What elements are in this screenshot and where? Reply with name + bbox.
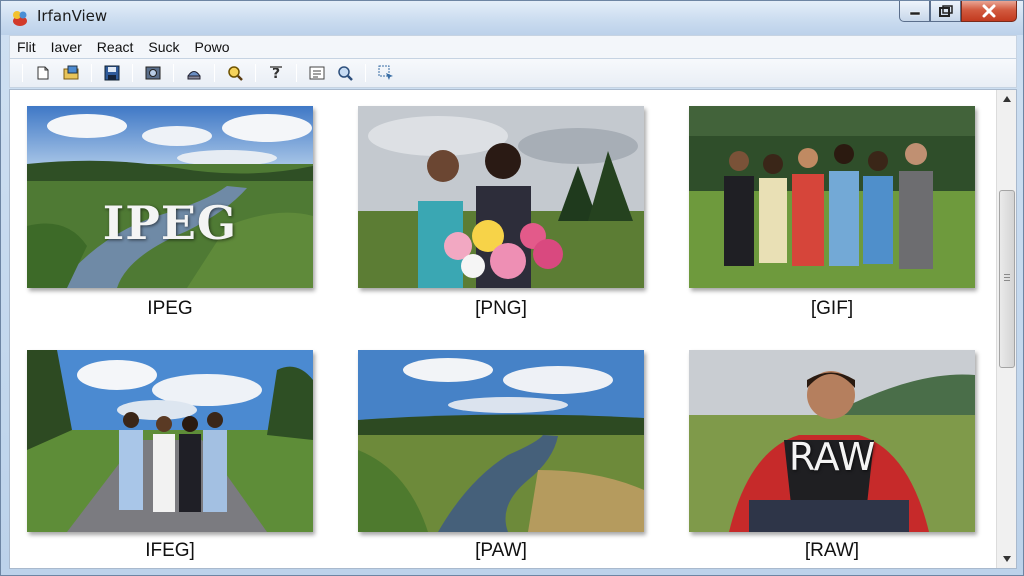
arrow-down-icon: [1003, 556, 1011, 562]
search-icon: [338, 66, 353, 81]
info-button[interactable]: [305, 61, 329, 85]
irfanview-window: IrfanView Flit Iaver React Suck Powo ? I…: [0, 0, 1024, 576]
restore-icon: [938, 5, 953, 17]
vertical-scrollbar[interactable]: [996, 90, 1016, 568]
minimize-button[interactable]: [899, 1, 930, 22]
search-button[interactable]: [333, 61, 357, 85]
folder-icon: [63, 65, 79, 80]
menu-bar: Flit Iaver React Suck Powo: [9, 35, 1017, 58]
thumbnail-view: IPEG IPEG [PNG] [GIF] IFEG] [PAW] RAW [R…: [9, 89, 1017, 569]
creek-landscape-image: [358, 350, 644, 532]
toolbar-separator: [173, 64, 174, 82]
toolbar-separator: [365, 64, 366, 82]
menu-item-1[interactable]: Flit: [16, 39, 37, 55]
toolbar-separator: [214, 64, 215, 82]
thumbnail-overlay-label: RAW: [788, 435, 876, 479]
grip-line: [1004, 280, 1010, 281]
open-icon: [37, 66, 49, 80]
scroll-down-button[interactable]: [997, 550, 1017, 568]
select-icon: [378, 65, 393, 80]
thumbnail-paw[interactable]: [358, 350, 644, 532]
group-photo-image: [689, 106, 975, 288]
thumbnail-caption: [RAW]: [804, 540, 860, 561]
close-button[interactable]: [961, 1, 1017, 22]
toolbar-separator: [132, 64, 133, 82]
svg-text:?: ?: [272, 66, 280, 82]
menu-item-3[interactable]: React: [96, 39, 135, 55]
thumbnail-caption: IFEG]: [145, 540, 195, 561]
grip-line: [1004, 277, 1010, 278]
select-button[interactable]: [374, 61, 398, 85]
toolbar-separator: [296, 64, 297, 82]
title-bar[interactable]: IrfanView: [1, 1, 1023, 35]
scroll-up-button[interactable]: [997, 90, 1017, 108]
thumbnail-overlay-label: IPEG: [102, 196, 238, 250]
window-title: IrfanView: [37, 7, 108, 25]
arrow-up-icon: [1003, 96, 1011, 102]
thumbnail-png[interactable]: [358, 106, 644, 288]
thumbnail-caption: [PAW]: [475, 540, 527, 561]
open-button[interactable]: [31, 61, 55, 85]
zoom-icon: [228, 66, 243, 81]
menu-item-4[interactable]: Suck: [147, 39, 180, 55]
minimize-icon: [909, 11, 920, 16]
thumbnail-caption: [GIF]: [810, 298, 854, 319]
save-icon: [104, 65, 120, 81]
help-button[interactable]: ?: [264, 61, 288, 85]
thumbnail-caption: [PNG]: [475, 298, 527, 319]
maximize-button[interactable]: [930, 1, 961, 22]
thumbnail-jpeg[interactable]: IPEG: [27, 106, 313, 288]
irfanview-app-icon: [13, 11, 27, 26]
folder-button[interactable]: [59, 61, 83, 85]
film-button[interactable]: [141, 61, 165, 85]
print-button[interactable]: [182, 61, 206, 85]
scroll-thumb[interactable]: [999, 190, 1015, 368]
grip-line: [1004, 274, 1010, 275]
thumbnail-gif[interactable]: [689, 106, 975, 288]
close-icon: [982, 4, 996, 18]
film-icon: [145, 66, 161, 80]
toolbar-separator: [255, 64, 256, 82]
girls-with-flowers-image: [358, 106, 644, 288]
menu-item-5[interactable]: Powo: [194, 39, 231, 55]
people-on-road-image: [27, 350, 313, 532]
menu-item-2[interactable]: Iaver: [50, 39, 83, 55]
zoom-button[interactable]: [223, 61, 247, 85]
thumbnail-caption: IPEG: [147, 298, 193, 319]
info-icon: [309, 66, 325, 80]
toolbar-separator: [22, 64, 23, 82]
thumbnail-jpeg-2[interactable]: [27, 350, 313, 532]
print-icon: [187, 71, 201, 80]
thumbnail-raw[interactable]: RAW: [689, 350, 975, 532]
help-icon: ?: [270, 66, 282, 82]
save-button[interactable]: [100, 61, 124, 85]
toolbar-separator: [91, 64, 92, 82]
toolbar: ?: [9, 58, 1017, 88]
